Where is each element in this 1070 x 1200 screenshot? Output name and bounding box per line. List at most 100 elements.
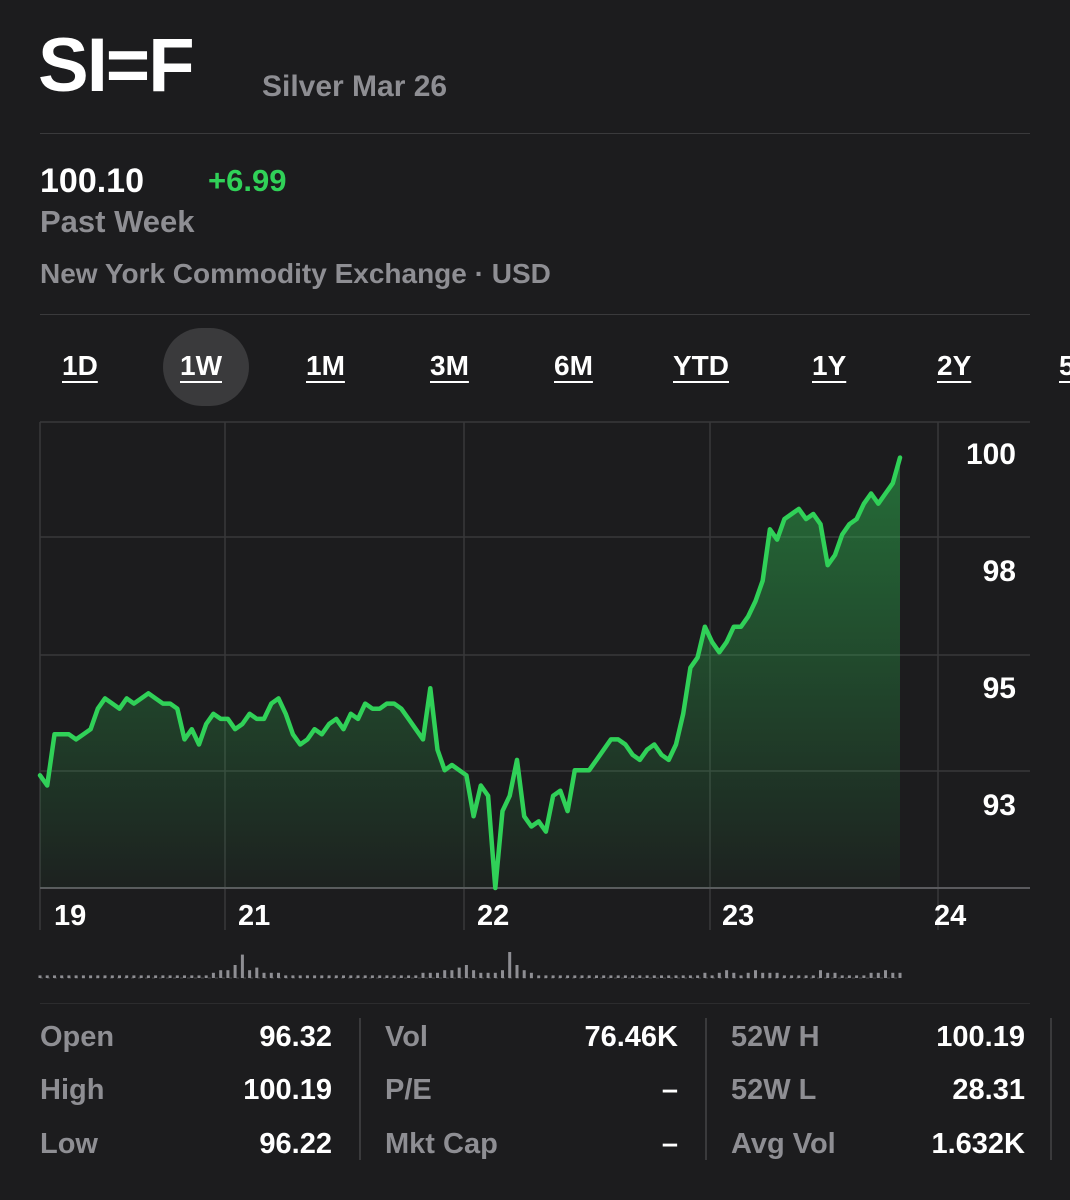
volume-bar [457, 967, 461, 978]
y-tick-label: 95 [983, 672, 1016, 705]
volume-bar [443, 970, 447, 978]
x-tick-label: 19 [54, 900, 86, 932]
volume-bar [370, 975, 374, 978]
volume-bar [537, 975, 541, 978]
volume-bar [587, 975, 591, 978]
volume-bar [782, 975, 786, 978]
volume-bar [501, 970, 504, 978]
stat-value-avg-vol: 1.632K [931, 1128, 1025, 1160]
volume-bar [53, 975, 56, 978]
volume-bar [819, 970, 822, 978]
volume-bar [118, 975, 121, 978]
volume-bar [204, 975, 208, 978]
volume-bar [421, 972, 425, 978]
volume-bar [363, 975, 367, 978]
volume-bar [739, 975, 743, 978]
volume-bar [139, 975, 143, 978]
volume-bar [472, 970, 476, 978]
volume-bar [60, 975, 64, 978]
volume-bar [833, 972, 837, 978]
volume-bar [211, 972, 215, 978]
volume-bar [277, 972, 280, 978]
volume-bar [450, 970, 454, 978]
volume-bar [566, 975, 570, 978]
stat-label-high: High [40, 1074, 105, 1106]
volume-bar [385, 975, 389, 978]
stat-label-vol: Vol [385, 1021, 428, 1053]
stat-value-low: 96.22 [259, 1128, 332, 1160]
volume-bar [269, 972, 273, 978]
volume-bar [436, 972, 439, 978]
volume-bar [183, 975, 186, 978]
stats-column-divider [359, 1018, 361, 1160]
volume-bar [645, 975, 649, 978]
volume-bar [710, 975, 714, 978]
volume-bar [334, 975, 338, 978]
volume-bar [688, 975, 692, 978]
volume-bar [125, 975, 129, 978]
stats-column-divider [705, 1018, 707, 1160]
stat-label-open: Open [40, 1021, 115, 1053]
volume-bar [826, 972, 830, 978]
volume-bar [667, 975, 671, 978]
volume-bar [631, 975, 635, 978]
volume-bar [493, 972, 497, 978]
volume-bar [45, 975, 49, 978]
volume-bar [226, 970, 230, 978]
x-tick-label: 22 [477, 900, 509, 932]
volume-bar [754, 970, 757, 978]
volume-bar [327, 975, 331, 978]
volume-bar [313, 975, 317, 978]
volume-bar [219, 970, 223, 978]
volume-bar [262, 972, 266, 978]
volume-bar [378, 975, 382, 978]
volume-bar [602, 975, 606, 978]
volume-bar [775, 972, 779, 978]
volume-bar [847, 975, 851, 978]
volume-bar [573, 975, 577, 978]
volume-bar [515, 965, 519, 978]
volume-bar [291, 975, 295, 978]
volume-bar [508, 952, 512, 978]
volume-bar [797, 975, 801, 978]
volume-chart [38, 952, 902, 978]
stat-value-open: 96.32 [259, 1021, 332, 1053]
volume-bar [660, 975, 663, 978]
volume-bar [407, 975, 411, 978]
stat-value-52w-low: 28.31 [952, 1074, 1025, 1106]
volume-bar [38, 975, 42, 978]
volume-bar [305, 975, 309, 978]
volume-bar [595, 975, 598, 978]
stat-label-52w-high: 52W H [731, 1021, 820, 1053]
stat-label-52w-low: 52W L [731, 1074, 817, 1106]
volume-bar [876, 972, 880, 978]
volume-bar [529, 972, 533, 978]
volume-bar [761, 972, 765, 978]
volume-bar [414, 975, 418, 978]
stat-value-52w-high: 100.19 [936, 1021, 1025, 1053]
volume-bar [522, 970, 526, 978]
volume-bar [464, 965, 468, 978]
stat-label-mkt-cap: Mkt Cap [385, 1128, 498, 1160]
stats-divider [40, 1003, 1030, 1004]
stat-value-pe: – [661, 1074, 678, 1106]
volume-bar [732, 972, 736, 978]
volume-bar [132, 975, 136, 978]
volume-bar [891, 972, 895, 978]
volume-bar [255, 967, 259, 978]
price-chart[interactable]: 100 98 95 93 19 21 22 23 24 [0, 0, 1070, 1000]
volume-bar [349, 975, 353, 978]
x-tick-label: 24 [934, 900, 966, 932]
volume-bar [855, 975, 859, 978]
volume-bar [103, 975, 107, 978]
volume-bar [190, 975, 194, 978]
y-tick-label: 100 [966, 438, 1016, 471]
volume-bar [96, 975, 100, 978]
y-tick-label: 93 [983, 789, 1016, 822]
volume-bar [696, 975, 700, 978]
volume-bar [652, 975, 656, 978]
volume-bar [840, 975, 844, 978]
volume-bar [551, 975, 555, 978]
volume-bar [233, 965, 237, 978]
price-area [40, 457, 900, 888]
